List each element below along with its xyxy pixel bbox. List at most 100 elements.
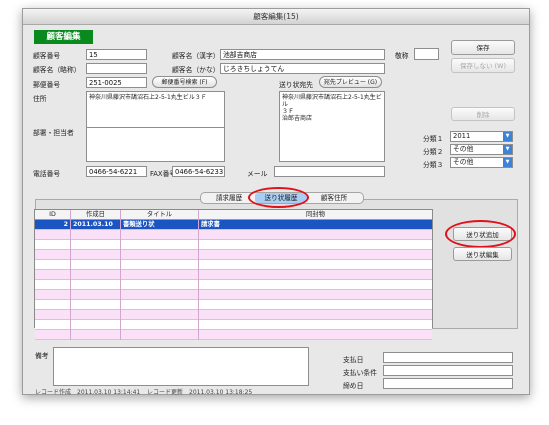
chevron-down-icon: ▼ [503, 158, 512, 167]
table-cell [35, 310, 71, 320]
highlight-circle [248, 187, 309, 208]
table-cell [35, 270, 71, 280]
table-cell [71, 320, 121, 330]
table-cell [71, 310, 121, 320]
shipping-history-table[interactable]: ID 作成日 タイトル 同封物 2 2011.03.10 書類送り状 請求書 [34, 209, 433, 340]
table-cell [35, 330, 71, 340]
name-kanji-field[interactable]: 池部吉商店 [220, 49, 385, 60]
table-cell [71, 250, 121, 260]
name-kana-field[interactable]: じろきちしょうてん [220, 63, 385, 74]
empty-table-row[interactable] [35, 250, 432, 260]
table-cell [71, 280, 121, 290]
table-cell [121, 310, 199, 320]
table-cell [71, 240, 121, 250]
table-cell [199, 230, 432, 240]
save-button[interactable]: 保存 [451, 40, 515, 55]
empty-table-row[interactable] [35, 270, 432, 280]
table-cell [71, 290, 121, 300]
class1-value: 2011 [453, 132, 471, 140]
edit-shipping-slip-button[interactable]: 送り状編集 [453, 247, 512, 261]
table-cell [35, 300, 71, 310]
class2-select[interactable]: その他 ▼ [450, 144, 513, 155]
empty-table-row[interactable] [35, 260, 432, 270]
shipto-line: 治郎吉商店 [282, 115, 313, 122]
table-cell [121, 330, 199, 340]
phone-field[interactable]: 0466-54-6221 [86, 166, 147, 177]
table-cell [199, 300, 432, 310]
table-cell [35, 290, 71, 300]
table-cell [35, 280, 71, 290]
honorific-field[interactable] [414, 48, 439, 60]
customer-number-field[interactable]: 15 [86, 49, 147, 60]
short-name-field[interactable] [86, 63, 147, 74]
customer-edit-window: 顧客編集(15) 顧客編集 顧客番号 15 顧客名（略称） 郵便番号 251-0… [22, 8, 530, 396]
close-date-field[interactable] [383, 378, 513, 389]
close-date-label: 締め日 [343, 382, 364, 390]
address-field[interactable]: 神奈川県藤沢市鵠沼石上2-5-1丸生ビル３Ｆ [86, 91, 225, 130]
class2-label: 分類２ [423, 148, 444, 156]
table-cell [199, 320, 432, 330]
window-title: 顧客編集(15) [23, 9, 529, 25]
shipto-line: 神奈川県藤沢市鵠沼石上2-5-1丸生ビル [282, 94, 382, 108]
fax-field[interactable]: 0466-54-6233 [172, 166, 225, 177]
row-enclosure: 請求書 [201, 221, 220, 228]
dept-label: 部署・担当者 [33, 129, 74, 137]
delete-button[interactable]: 削除 [451, 107, 515, 121]
memo-field[interactable] [53, 347, 309, 386]
empty-table-row[interactable] [35, 240, 432, 250]
name-kanji-label: 顧客名（漢字） [172, 52, 220, 60]
empty-table-row[interactable] [35, 310, 432, 320]
class3-select[interactable]: その他 ▼ [450, 157, 513, 168]
chevron-down-icon: ▼ [503, 132, 512, 141]
no-save-button[interactable]: 保存しない (W) [451, 58, 515, 73]
class3-label: 分類３ [423, 161, 444, 169]
table-cell [199, 260, 432, 270]
pay-date-field[interactable] [383, 352, 513, 363]
column-header-title[interactable]: タイトル [121, 210, 199, 220]
table-cell [199, 240, 432, 250]
postal-search-button[interactable]: 郵便番号検索 (F) [152, 76, 217, 88]
empty-table-row[interactable] [35, 230, 432, 240]
table-cell [121, 250, 199, 260]
column-header-id[interactable]: ID [35, 210, 71, 220]
tab-customer-address[interactable]: 顧客住所 [309, 193, 359, 203]
memo-label: 備考 [35, 352, 49, 360]
customer-number-label: 顧客番号 [33, 52, 61, 60]
table-cell [71, 260, 121, 270]
table-row[interactable]: 2 2011.03.10 書類送り状 請求書 [35, 220, 432, 230]
tab-invoice-history[interactable]: 請求履歴 [205, 193, 253, 203]
empty-table-row[interactable] [35, 280, 432, 290]
empty-table-row[interactable] [35, 320, 432, 330]
pay-date-label: 支払日 [343, 356, 364, 364]
column-header-enclosure[interactable]: 同封物 [199, 210, 432, 220]
chevron-down-icon: ▼ [503, 145, 512, 154]
pay-terms-label: 支払い条件 [343, 369, 377, 377]
postal-field[interactable]: 251-0025 [86, 77, 147, 88]
class2-value: その他 [453, 145, 474, 153]
empty-table-row[interactable] [35, 290, 432, 300]
row-id: 2 [35, 220, 71, 230]
honorific-label: 敬称 [395, 52, 409, 60]
table-cell [121, 320, 199, 330]
dept-field[interactable] [86, 127, 225, 162]
class1-select[interactable]: 2011 ▼ [450, 131, 513, 142]
shipto-address-box[interactable]: 神奈川県藤沢市鵠沼石上2-5-1丸生ビル ３Ｆ 治郎吉商店 [279, 91, 385, 162]
table-cell [71, 300, 121, 310]
table-cell [121, 290, 199, 300]
email-label: メール [247, 170, 268, 178]
table-cell [121, 240, 199, 250]
table-cell [199, 250, 432, 260]
name-kana-label: 顧客名（かな） [172, 66, 220, 74]
short-name-label: 顧客名（略称） [33, 66, 81, 74]
phone-label: 電話番号 [33, 170, 61, 178]
table-cell [199, 280, 432, 290]
pay-terms-field[interactable] [383, 365, 513, 376]
email-field[interactable] [274, 166, 385, 177]
class3-value: その他 [453, 158, 474, 166]
empty-table-row[interactable] [35, 300, 432, 310]
shipto-preview-button[interactable]: 宛先プレビュー (G) [319, 76, 382, 88]
table-cell [71, 230, 121, 240]
column-header-date[interactable]: 作成日 [71, 210, 121, 220]
table-cell [199, 270, 432, 280]
empty-table-row[interactable] [35, 330, 432, 340]
